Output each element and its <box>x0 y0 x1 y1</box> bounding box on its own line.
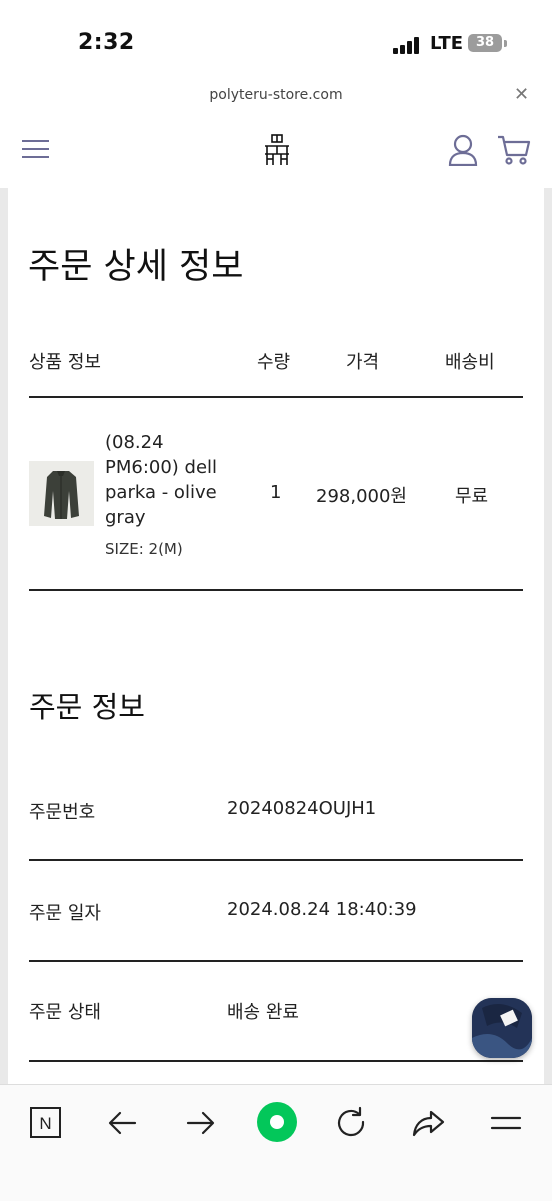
order-number-label: 주문번호 <box>29 802 96 823</box>
chat-thumbnail-icon <box>472 998 532 1058</box>
product-size: SIZE: 2(M) <box>105 540 183 558</box>
network-type: LTE <box>430 33 464 54</box>
order-date-value: 2024.08.24 18:40:39 <box>227 899 417 920</box>
naver-home-icon[interactable]: N <box>26 1103 66 1143</box>
column-quantity: 수량 <box>257 352 291 373</box>
back-arrow-icon[interactable] <box>103 1103 143 1143</box>
product-name-line: parka - olive <box>105 482 217 503</box>
forward-arrow-icon[interactable] <box>180 1103 220 1143</box>
order-info-title: 주문 정보 <box>29 690 145 724</box>
item-shipping: 무료 <box>455 486 489 507</box>
table-header-divider <box>29 396 523 398</box>
chat-float-button[interactable] <box>472 998 532 1058</box>
column-shipping: 배송비 <box>445 352 495 373</box>
order-status-label: 주문 상태 <box>29 1002 101 1023</box>
site-header <box>0 112 552 188</box>
signal-icon <box>393 36 423 54</box>
order-number-value: 20240824OUJH1 <box>227 798 377 819</box>
user-icon[interactable] <box>448 134 478 166</box>
column-price: 가격 <box>346 352 380 373</box>
status-time: 2:32 <box>78 30 135 55</box>
url-text[interactable]: polyteru-store.com <box>0 87 552 103</box>
item-price: 298,000원 <box>316 486 407 507</box>
info-divider <box>29 960 523 962</box>
info-divider <box>29 859 523 861</box>
column-product: 상품 정보 <box>29 352 101 373</box>
hamburger-menu-icon[interactable] <box>22 138 49 160</box>
close-icon[interactable]: ✕ <box>514 84 529 105</box>
product-name-line: gray <box>105 507 146 528</box>
order-detail-panel: 주문 상세 정보 상품 정보 수량 가격 배송비 (08.24 PM6:00) … <box>8 188 544 1084</box>
order-status-value: 배송 완료 <box>227 1002 299 1023</box>
share-icon[interactable] <box>409 1103 449 1143</box>
page-title: 주문 상세 정보 <box>28 247 244 287</box>
item-quantity: 1 <box>270 482 282 503</box>
content-area: 주문 상세 정보 상품 정보 수량 가격 배송비 (08.24 PM6:00) … <box>0 188 552 1084</box>
browser-toolbar: N <box>0 1084 552 1201</box>
product-name-line: (08.24 <box>105 432 164 453</box>
cart-icon[interactable] <box>497 134 531 166</box>
url-bar[interactable]: polyteru-store.com ✕ <box>0 80 552 113</box>
store-logo[interactable] <box>262 134 292 166</box>
product-name[interactable]: (08.24 PM6:00) dell parka - olive gray <box>105 430 245 530</box>
table-row-divider <box>29 589 523 591</box>
order-date-label: 주문 일자 <box>29 903 101 924</box>
status-bar: 2:32 LTE 38 <box>0 0 552 80</box>
home-letter: N <box>39 1114 51 1133</box>
menu-icon[interactable] <box>486 1103 526 1143</box>
product-thumbnail[interactable] <box>29 461 94 526</box>
battery-tip <box>504 40 507 47</box>
info-divider <box>29 1060 523 1062</box>
product-name-line: PM6:00) dell <box>105 457 218 478</box>
reload-icon[interactable] <box>332 1103 372 1143</box>
battery-icon: 38 <box>468 34 502 52</box>
green-circle-icon[interactable] <box>254 1099 300 1145</box>
